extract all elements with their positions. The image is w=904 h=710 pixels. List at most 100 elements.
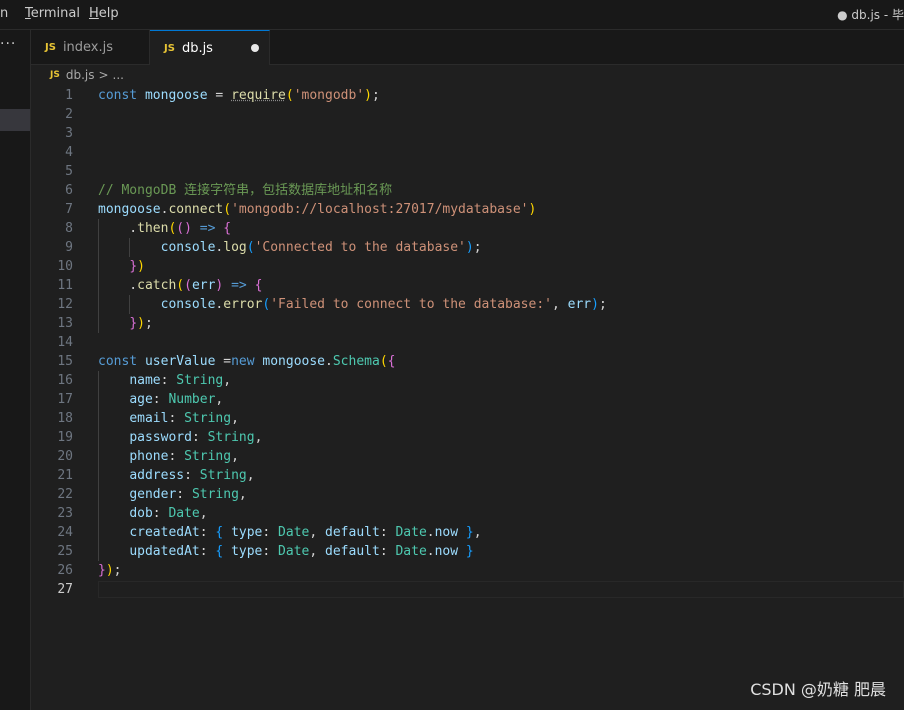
code-token: Date: [278, 525, 310, 540]
code-token: mongoose: [262, 354, 326, 369]
code-line[interactable]: 24 createdAt: { type: Date, default: Dat…: [31, 523, 904, 542]
code-token: :: [379, 525, 396, 540]
breadcrumb: JS db.js > ...: [31, 65, 904, 85]
code-token: ;: [598, 297, 607, 312]
code-line[interactable]: 9 console.log('Connected to the database…: [31, 238, 904, 257]
code-line[interactable]: 1 const mongoose = require('mongodb');: [31, 86, 904, 105]
code-line[interactable]: 18 email: String,: [31, 409, 904, 428]
code-token: :: [199, 525, 216, 540]
code-line[interactable]: 13 });: [31, 314, 904, 333]
code-line[interactable]: 25 updatedAt: { type: Date, default: Dat…: [31, 542, 904, 561]
code-text: });: [98, 561, 121, 580]
line-number: 13: [57, 316, 73, 331]
tab-index-js[interactable]: JS index.js: [31, 30, 150, 64]
code-token: require: [231, 88, 286, 103]
line-number: 17: [57, 392, 73, 407]
code-token: :: [152, 392, 169, 407]
code-token: ,: [473, 525, 482, 540]
code-text: updatedAt: { type: Date, default: Date.n…: [98, 542, 473, 561]
code-token: ;: [473, 240, 482, 255]
code-text: // MongoDB 连接字符串，包括数据库地址和名称: [98, 181, 392, 200]
code-line[interactable]: 2: [31, 105, 904, 124]
code-token: :: [191, 430, 208, 445]
code-line[interactable]: 11 .catch((err) => {: [31, 276, 904, 295]
code-token: now: [434, 544, 459, 559]
line-number: 3: [65, 126, 73, 141]
code-token: ): [105, 563, 114, 578]
code-token: error: [223, 297, 263, 312]
line-number: 24: [57, 525, 73, 540]
watermark: CSDN @奶糖 肥晨: [750, 680, 886, 699]
menu-item-help[interactable]: Help: [89, 6, 119, 21]
line-number: 7: [65, 202, 73, 217]
code-token: =: [207, 88, 232, 103]
indent-guide: [129, 295, 131, 314]
menu-item-run-partial[interactable]: n: [0, 6, 8, 21]
line-number: 14: [57, 335, 73, 350]
line-number: 9: [65, 240, 73, 255]
sidebar-active-indicator[interactable]: [0, 109, 30, 131]
menu-terminal-label: erminal: [30, 6, 80, 21]
code-token: Number: [168, 392, 216, 407]
code-token: updatedAt: [129, 544, 200, 559]
code-token: :: [168, 411, 185, 426]
code-token: log: [223, 240, 247, 255]
code-line[interactable]: 20 phone: String,: [31, 447, 904, 466]
code-token: :: [168, 449, 185, 464]
indent-guide: [98, 219, 99, 333]
code-line[interactable]: 21 address: String,: [31, 466, 904, 485]
code-line[interactable]: 4: [31, 143, 904, 162]
code-token: :: [199, 544, 216, 559]
code-text: phone: String,: [98, 447, 239, 466]
code-line[interactable]: 15 const userValue =new mongoose.Schema({: [31, 352, 904, 371]
code-token: 'Connected to the database': [254, 240, 466, 255]
code-token: then: [137, 221, 169, 236]
line-number: 8: [65, 221, 73, 236]
code-line[interactable]: 10 }): [31, 257, 904, 276]
line-number: 12: [57, 297, 73, 312]
javascript-file-icon: JS: [164, 42, 175, 54]
code-token: :: [176, 487, 192, 502]
tab-label: db.js: [181, 40, 213, 56]
menu-help-mnemonic: H: [89, 6, 99, 21]
code-line[interactable]: 26});: [31, 561, 904, 580]
line-number: 26: [57, 563, 73, 578]
code-token: dob: [129, 506, 153, 521]
code-line[interactable]: 12 console.error('Failed to connect to t…: [31, 295, 904, 314]
code-line[interactable]: 3: [31, 124, 904, 143]
code-line[interactable]: 6 // MongoDB 连接字符串，包括数据库地址和名称: [31, 181, 904, 200]
code-line[interactable]: 23 dob: Date,: [31, 504, 904, 523]
code-token: ;: [371, 88, 380, 103]
code-line[interactable]: 27: [31, 580, 904, 599]
code-line[interactable]: 16 name: String,: [31, 371, 904, 390]
code-line[interactable]: 22 gender: String,: [31, 485, 904, 504]
code-token: const: [98, 88, 138, 103]
unsaved-changes-dot-icon[interactable]: [251, 44, 259, 52]
code-line[interactable]: 7 mongoose.connect('mongodb://localhost:2…: [31, 200, 904, 219]
more-actions-icon[interactable]: ···: [0, 36, 16, 52]
menu-item-terminal[interactable]: Terminal: [25, 6, 80, 21]
code-line[interactable]: 19 password: String,: [31, 428, 904, 447]
code-line[interactable]: 17 age: Number,: [31, 390, 904, 409]
code-editor[interactable]: 1 const mongoose = require('mongodb'); 2 3 4…: [31, 86, 904, 710]
code-token: email: [129, 411, 169, 426]
breadcrumb-symbols[interactable]: ...: [113, 68, 124, 82]
code-line[interactable]: 14: [31, 333, 904, 352]
code-line[interactable]: 5: [31, 162, 904, 181]
breadcrumb-file[interactable]: db.js: [66, 68, 95, 82]
code-line[interactable]: 8 .then(() => {: [31, 219, 904, 238]
code-token: (): [176, 221, 192, 236]
code-token: (: [246, 240, 255, 255]
tab-db-js[interactable]: JS db.js: [150, 30, 270, 65]
code-token: {: [223, 221, 232, 236]
code-token: =>: [231, 278, 247, 293]
code-token: ): [364, 88, 372, 103]
